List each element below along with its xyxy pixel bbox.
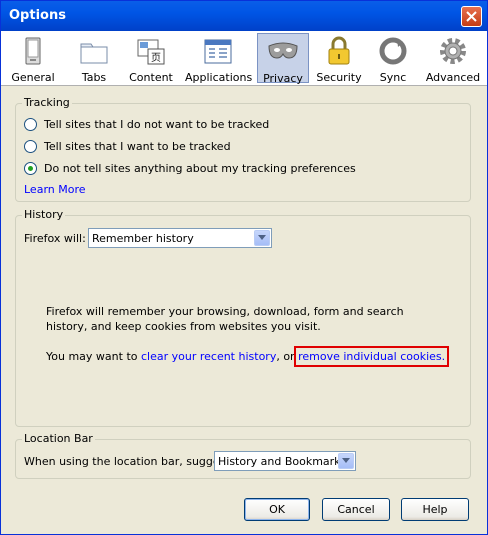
- learn-more-link[interactable]: Learn More: [24, 183, 86, 196]
- gear-icon: [440, 38, 466, 64]
- firefox-will-label: Firefox will:: [24, 232, 86, 245]
- dropdown-arrow[interactable]: [254, 230, 270, 246]
- location-bar-group: Location Bar When using the location bar…: [15, 432, 471, 479]
- tab-label: Advanced: [425, 71, 481, 84]
- tracking-group: Tracking Tell sites that I do not want t…: [15, 96, 471, 202]
- suggest-label: When using the location bar, suggest:: [24, 455, 234, 468]
- history-hint: You may want to clear your recent histor…: [46, 346, 450, 367]
- radio-label: Tell sites that I want to be tracked: [44, 140, 231, 153]
- preferences-toolbar: General Tabs 页 Content Applications Priv…: [1, 31, 487, 86]
- help-button[interactable]: Help: [401, 498, 469, 521]
- radio-label: Tell sites that I do not want to be trac…: [44, 118, 270, 131]
- tab-sync[interactable]: Sync: [373, 33, 413, 84]
- tab-label: Privacy: [263, 72, 303, 85]
- location-bar-legend: Location Bar: [22, 432, 95, 445]
- history-legend: History: [22, 208, 66, 221]
- svg-text:页: 页: [151, 52, 161, 64]
- applications-icon: [204, 39, 232, 64]
- suggest-dropdown[interactable]: History and Bookmarks: [214, 451, 356, 471]
- hint-or: , or: [276, 350, 295, 363]
- chevron-down-icon: [258, 235, 266, 240]
- tab-label: Applications: [185, 71, 253, 84]
- radio-button[interactable]: [24, 140, 37, 153]
- remove-cookies-link[interactable]: remove individual cookies.: [294, 346, 450, 367]
- history-mode-dropdown[interactable]: Remember history: [88, 228, 272, 248]
- tab-privacy[interactable]: Privacy: [257, 33, 309, 85]
- tab-security[interactable]: Security: [315, 33, 363, 84]
- chevron-down-icon: [342, 458, 350, 463]
- history-description: Firefox will remember your browsing, dow…: [46, 305, 404, 333]
- ok-button[interactable]: OK: [244, 498, 310, 521]
- tab-label: Security: [316, 71, 362, 84]
- radio-label: Do not tell sites anything about my trac…: [44, 162, 356, 175]
- mask-icon: [268, 42, 298, 59]
- close-button[interactable]: [461, 6, 482, 27]
- tab-tabs[interactable]: Tabs: [71, 33, 117, 84]
- tab-content[interactable]: 页 Content: [127, 33, 175, 84]
- radio-button[interactable]: [24, 162, 37, 175]
- sync-icon: [379, 37, 407, 65]
- close-icon: [466, 11, 477, 22]
- tab-advanced[interactable]: Advanced: [425, 33, 481, 84]
- tab-general[interactable]: General: [9, 33, 57, 84]
- window-title: Options: [9, 8, 66, 23]
- lock-icon: [328, 36, 350, 65]
- dropdown-value: Remember history: [92, 232, 194, 245]
- clear-history-link[interactable]: clear your recent history: [141, 350, 276, 363]
- tab-label: Sync: [379, 71, 407, 84]
- dropdown-arrow[interactable]: [338, 453, 354, 469]
- tab-label: General: [11, 71, 55, 84]
- tab-applications[interactable]: Applications: [185, 33, 253, 84]
- tab-label: Tabs: [81, 71, 107, 84]
- hint-prefix: You may want to: [46, 350, 138, 363]
- tracking-legend: Tracking: [22, 96, 72, 109]
- history-group: History Firefox will: Remember history F…: [15, 208, 471, 427]
- cancel-button[interactable]: Cancel: [322, 498, 390, 521]
- tabs-icon: [80, 43, 108, 64]
- radio-button[interactable]: [24, 118, 37, 131]
- general-icon: [25, 37, 41, 65]
- options-window: Options General Tabs 页 Content Applicati…: [0, 0, 488, 535]
- title-bar[interactable]: Options: [1, 1, 487, 31]
- content-icon: 页: [137, 39, 165, 65]
- tab-label: Content: [129, 71, 173, 84]
- dropdown-value: History and Bookmarks: [218, 455, 347, 468]
